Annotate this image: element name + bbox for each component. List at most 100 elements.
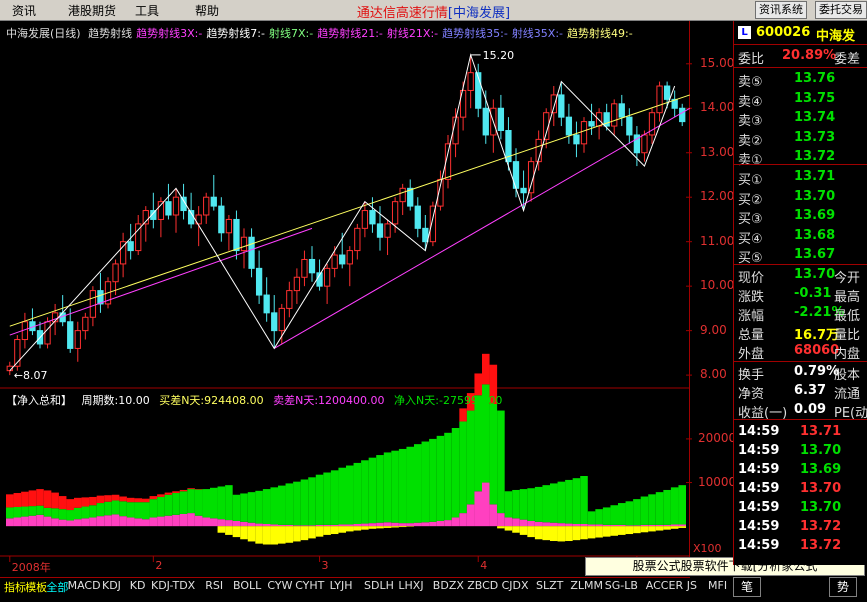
- indicator-tab-8[interactable]: BOLL: [233, 579, 261, 592]
- vol-bar-red: [51, 492, 59, 509]
- tick-price: 13.70: [800, 481, 842, 496]
- vol-bar-green: [210, 487, 218, 519]
- vol-bar-green: [51, 508, 59, 519]
- indicator-tab-22[interactable]: MFI: [708, 579, 727, 592]
- indicator-tab-18[interactable]: ZLMM: [570, 579, 603, 592]
- vol-bar-green: [489, 404, 498, 505]
- indicator-tab-2[interactable]: 全部: [46, 579, 68, 595]
- indicator-tab-20[interactable]: ACCER: [646, 579, 683, 592]
- vol-bar-green: [66, 510, 74, 521]
- indicator-tab-3[interactable]: MACD: [68, 579, 101, 592]
- stat2-row-tail: 流通: [834, 387, 861, 402]
- indicator-tab-11[interactable]: LYJH: [330, 579, 353, 592]
- stat-row: 外盘 68060 内盘: [738, 343, 867, 362]
- volume-unit: X100: [693, 542, 722, 555]
- vol-bar-green: [534, 486, 543, 522]
- buy-row-value: 13.69: [794, 208, 836, 223]
- divider: [734, 264, 867, 265]
- indicator-tab-13[interactable]: LHXJ: [398, 579, 423, 592]
- stat-row-tail: 最高: [834, 290, 861, 305]
- vol-bar-green: [527, 488, 535, 521]
- indicator-tab-7[interactable]: RSI: [205, 579, 223, 592]
- vol-bar-yellow: [353, 526, 362, 531]
- candle-body: [89, 290, 97, 318]
- date-tick-label: 2008年: [11, 561, 51, 574]
- sell-row-label: 卖④: [738, 94, 763, 110]
- indicator-tab-1[interactable]: 模板: [25, 579, 47, 595]
- sell-row-label: 卖③: [738, 114, 763, 129]
- vol-bar-green: [240, 493, 248, 522]
- vol-bar-green: [565, 479, 573, 524]
- indicator-tab-17[interactable]: SLZT: [536, 579, 563, 592]
- stat2-row-tail: 股本: [834, 368, 861, 383]
- stat-row-value: 16.7万: [794, 328, 840, 343]
- vol-bar-pink: [610, 524, 618, 527]
- date-tick-label: 2: [155, 559, 163, 572]
- panel-tab-bi[interactable]: 笔: [733, 577, 761, 597]
- vol-bar-pink: [255, 523, 263, 527]
- indicator-tab-9[interactable]: CYW: [267, 579, 292, 592]
- indicator-tab-21[interactable]: JS: [687, 579, 697, 592]
- candle-body: [482, 107, 489, 136]
- candle-body: [361, 210, 369, 229]
- price-tick-label: 15.00: [700, 55, 735, 70]
- vol-bar-pink: [534, 521, 543, 527]
- indicator-tab-16[interactable]: CJDX: [502, 579, 529, 592]
- panel-tab-shi[interactable]: 势: [829, 577, 857, 597]
- divider: [734, 164, 867, 165]
- quote-title: L 600026 中海发: [738, 25, 867, 44]
- vol-bar-green: [126, 502, 135, 518]
- vol-bar-green: [28, 506, 37, 516]
- vol-bar-green: [512, 489, 520, 519]
- vol-bar-yellow: [602, 526, 611, 537]
- vol-bar-yellow: [640, 526, 649, 533]
- vol-bar-green: [376, 455, 384, 523]
- vol-bar-yellow: [595, 526, 603, 538]
- vol-bar-pink: [421, 522, 430, 527]
- vol-bar-red: [119, 496, 127, 502]
- candle-body: [641, 134, 648, 154]
- vol-bar-pink: [81, 518, 90, 527]
- sell-row-value: 13.75: [794, 90, 836, 106]
- indicator-tab-14[interactable]: BDZX: [433, 579, 464, 592]
- indicator-tab-19[interactable]: SG-LB: [605, 579, 638, 592]
- price-tick-label: 9.00: [700, 322, 727, 337]
- vol-bar-green: [648, 494, 656, 525]
- vol-bar-pink: [202, 517, 210, 527]
- vol-bar-yellow: [398, 526, 407, 528]
- indicator-tab-12[interactable]: SDLH: [364, 579, 394, 592]
- vol-bar-yellow: [262, 526, 271, 545]
- vol-bar-green: [353, 462, 362, 524]
- sell-row-label: 卖①: [738, 153, 763, 168]
- stat2-row-value: 0.09: [794, 402, 827, 417]
- indicator-tab-6[interactable]: KDJ-TDX: [151, 579, 195, 592]
- candle-body: [346, 250, 353, 265]
- buy-row: 买④ 13.68: [738, 228, 867, 247]
- vol-bar-pink: [444, 520, 452, 527]
- candle-body: [391, 201, 399, 225]
- vol-bar-red: [126, 497, 135, 503]
- vol-bar-pink: [96, 516, 105, 527]
- vol-bar-pink: [550, 522, 558, 527]
- vol-bar-green: [21, 506, 29, 517]
- indicator-tab-10[interactable]: CYHT: [295, 579, 324, 592]
- indicator-period: 周期数:10.00: [81, 394, 150, 407]
- l-icon: L: [738, 26, 751, 39]
- vol-bar-pink: [655, 524, 664, 527]
- indicator-tab-5[interactable]: KD: [130, 579, 146, 592]
- vol-bar-green: [164, 494, 173, 516]
- vol-bar-pink: [398, 523, 407, 527]
- vol-bar-pink: [300, 525, 309, 527]
- vol-bar-red: [43, 490, 52, 508]
- vol-bar-pink: [602, 524, 611, 527]
- vol-bar-yellow: [572, 526, 581, 541]
- vol-bar-green: [262, 489, 271, 524]
- stat-row-tail: 内盘: [834, 347, 861, 362]
- vol-bar-yellow: [346, 526, 354, 532]
- indicator-tab-15[interactable]: ZBCD: [467, 579, 498, 592]
- vol-bar-pink: [323, 524, 331, 527]
- indicator-tab-0[interactable]: 指标: [4, 579, 26, 595]
- indicator-tab-4[interactable]: KDJ: [102, 579, 121, 592]
- vol-bar-yellow: [633, 526, 641, 534]
- candle-body: [399, 187, 406, 203]
